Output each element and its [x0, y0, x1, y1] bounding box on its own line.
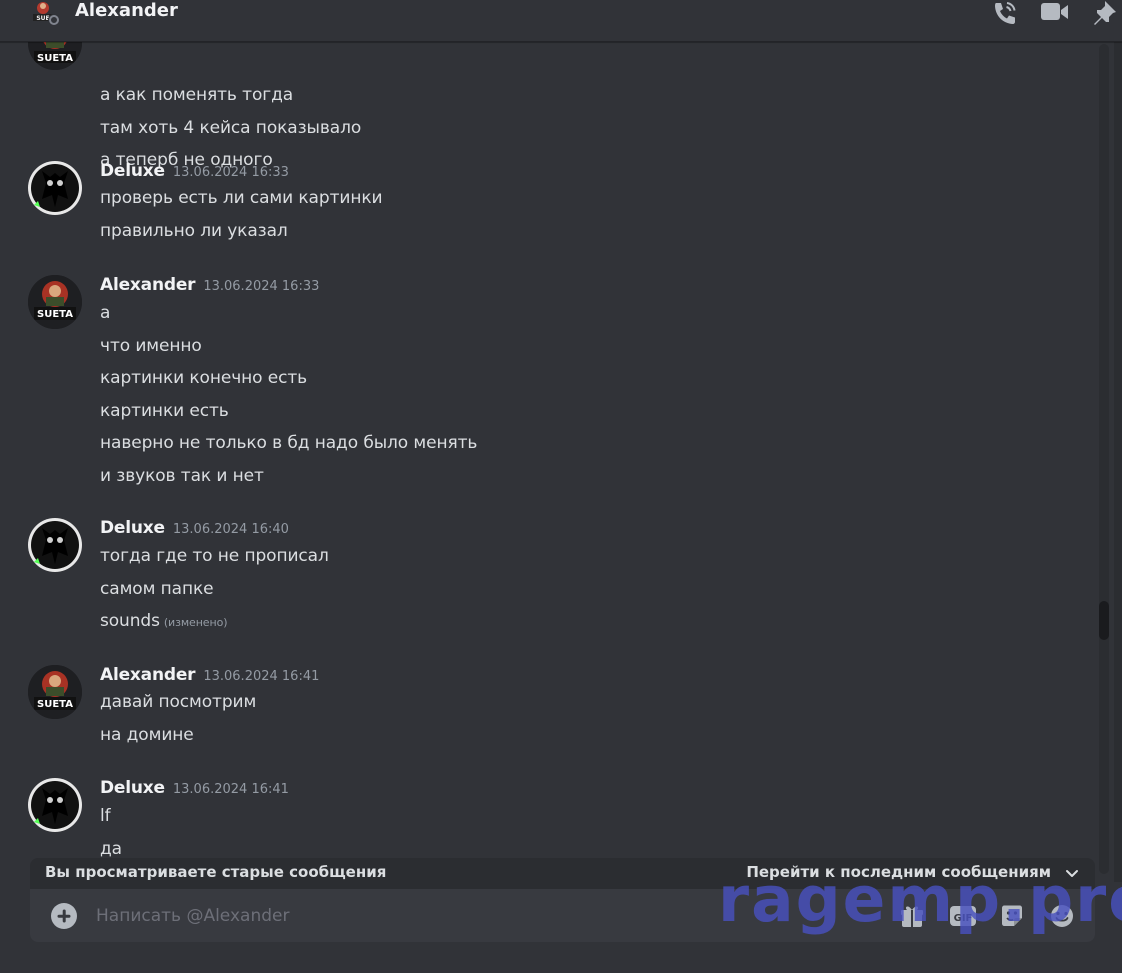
pin-icon[interactable]	[1092, 0, 1120, 26]
message-meta: Deluxe 13.06.2024 16:33	[100, 161, 289, 185]
channel-header: SUE Alexander	[0, 0, 1122, 42]
message-text: наверно не только в бд надо было менять	[100, 433, 478, 453]
scrollbar-track[interactable]	[1099, 44, 1109, 874]
message-author[interactable]: Deluxe	[100, 518, 165, 538]
edited-badge: (изменено)	[163, 616, 228, 629]
avatar-label: SUETA	[37, 699, 73, 710]
message-list[interactable]: SUETA а как поменять тогда там хоть 4 ке…	[10, 42, 1098, 882]
message-group: SUETA а как поменять тогда там хоть 4 ке…	[10, 42, 1090, 170]
message-text: давай посмотрим	[100, 692, 257, 712]
gif-label: GIF	[954, 913, 973, 924]
message-group: Deluxe 13.06.2024 16:40 тогда где то не п…	[10, 518, 1090, 643]
old-messages-notice: Вы просматриваете старые сообщения	[45, 863, 387, 881]
message-input[interactable]	[96, 901, 876, 931]
message-text: там хоть 4 кейса показывало	[100, 117, 362, 138]
avatar[interactable]	[28, 161, 82, 215]
message-author[interactable]: Deluxe	[100, 161, 165, 181]
message-meta: Deluxe 13.06.2024 16:40	[100, 518, 289, 542]
gift-icon[interactable]	[898, 902, 926, 930]
avatar[interactable]: SUETA	[28, 275, 82, 329]
avatar[interactable]	[28, 778, 82, 832]
message-text: на домине	[100, 724, 194, 745]
message-lines: тогда где то не прописал самом папке sou…	[100, 543, 329, 641]
message-lines: проверь есть ли сами картинки правильно …	[100, 185, 383, 250]
message-author[interactable]: Alexander	[100, 275, 196, 295]
message-text: sounds	[100, 611, 160, 631]
avatar-label: SUETA	[37, 53, 73, 64]
avatar[interactable]: SUETA	[28, 42, 82, 70]
message-timestamp: 13.06.2024 16:33	[172, 165, 289, 180]
message-text: картинки конечно есть	[100, 368, 308, 388]
message-author[interactable]: Deluxe	[100, 778, 165, 798]
message-text: и звуков так и нет	[100, 465, 264, 486]
gif-icon[interactable]: GIF	[948, 902, 978, 930]
video-camera-icon[interactable]	[1040, 0, 1070, 26]
message-group: SUETA Alexander 13.06.2024 16:41 давай по…	[10, 665, 1090, 755]
message-text: проверь есть ли сами картинки	[100, 188, 383, 208]
dm-chat-window: SUE Alexander SUETA а как поменять тогда…	[0, 0, 1122, 973]
sticker-icon[interactable]	[998, 902, 1026, 930]
message-group: Deluxe 13.06.2024 16:33 проверь есть ли с…	[10, 161, 1090, 251]
status-indicator	[48, 14, 60, 26]
message-text-edited: sounds (изменено)	[100, 608, 329, 641]
message-lines: давай посмотрим на домине	[100, 689, 256, 754]
message-timestamp: 13.06.2024 16:41	[172, 782, 289, 797]
message-meta: Alexander 13.06.2024 16:41	[100, 665, 319, 689]
avatar[interactable]	[28, 518, 82, 572]
message-text: тогда где то не прописал	[100, 546, 329, 566]
scrollbar-thumb[interactable]	[1099, 601, 1109, 640]
message-meta: Deluxe 13.06.2024 16:41	[100, 778, 289, 802]
page-title: Alexander	[75, 0, 178, 21]
message-timestamp: 13.06.2024 16:33	[203, 279, 320, 294]
message-text: что именно	[100, 335, 202, 356]
message-text: самом папке	[100, 578, 214, 599]
message-timestamp: 13.06.2024 16:41	[203, 669, 320, 684]
phone-call-icon[interactable]	[991, 0, 1019, 26]
avatar[interactable]: SUETA	[28, 665, 82, 719]
message-text: lf	[100, 806, 111, 826]
message-composer: GIF	[30, 889, 1095, 942]
emoji-icon[interactable]	[1048, 902, 1076, 930]
message-text: правильно ли указал	[100, 220, 288, 241]
message-author[interactable]: Alexander	[100, 665, 196, 685]
message-text: картинки есть	[100, 400, 229, 421]
message-timestamp: 13.06.2024 16:40	[172, 522, 289, 537]
chevron-down-icon[interactable]	[1063, 864, 1081, 882]
message-meta: Alexander 13.06.2024 16:33	[100, 275, 319, 299]
message-text: а как поменять тогда	[100, 85, 294, 105]
jump-to-present-bar: Вы просматриваете старые сообщения Перей…	[30, 858, 1095, 890]
scroller-edge	[1114, 42, 1122, 882]
bottom-spacer	[0, 942, 1122, 973]
jump-to-present-link[interactable]: Перейти к последним сообщениям	[746, 863, 1051, 881]
add-attachment-icon[interactable]	[51, 903, 77, 929]
message-lines: а что именно картинки конечно есть карти…	[100, 300, 477, 495]
avatar-label: SUETA	[37, 309, 73, 320]
message-group: SUETA Alexander 13.06.2024 16:33 а что им…	[10, 275, 1090, 490]
message-text: а	[100, 303, 111, 323]
